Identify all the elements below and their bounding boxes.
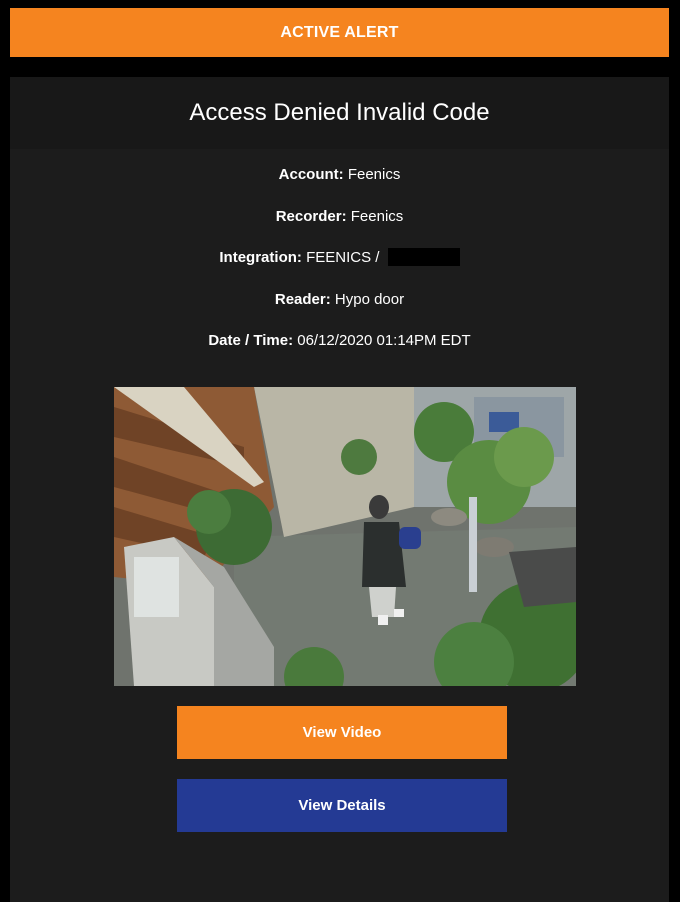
redaction-box: [387, 248, 460, 267]
camera-snapshot-svg: [114, 387, 576, 686]
view-details-button[interactable]: View Details: [177, 779, 507, 832]
view-video-label: View Video: [302, 724, 382, 741]
camera-snapshot-image: [114, 387, 576, 686]
integration-label: Integration:: [219, 249, 302, 266]
account-field: Account: Feenics: [10, 164, 669, 186]
integration-value: FEENICS /: [306, 249, 380, 266]
active-alert-banner: ACTIVE ALERT: [10, 8, 669, 57]
recorder-label: Recorder:: [275, 208, 347, 225]
reader-label: Reader:: [274, 291, 331, 308]
datetime-field: Date / Time: 06/12/2020 01:14PM EDT: [10, 330, 669, 352]
account-label: Account:: [278, 166, 344, 183]
account-value: Feenics: [347, 166, 401, 183]
event-title: Access Denied Invalid Code: [189, 99, 490, 126]
event-title-header: Access Denied Invalid Code: [10, 77, 669, 149]
recorder-value: Feenics: [350, 208, 404, 225]
view-details-label: View Details: [298, 797, 386, 814]
alert-card: Access Denied Invalid Code Account: Feen…: [10, 77, 669, 902]
datetime-value: 06/12/2020 01:14PM EDT: [297, 332, 471, 349]
active-alert-label: ACTIVE ALERT: [280, 23, 399, 41]
integration-field: Integration: FEENICS /: [10, 247, 669, 269]
view-video-button[interactable]: View Video: [177, 706, 507, 759]
recorder-field: Recorder: Feenics: [10, 206, 669, 228]
alert-email: ACTIVE ALERT Access Denied Invalid Code …: [0, 0, 680, 902]
datetime-label: Date / Time:: [208, 332, 294, 349]
reader-field: Reader: Hypo door: [10, 289, 669, 311]
reader-value: Hypo door: [334, 291, 405, 308]
